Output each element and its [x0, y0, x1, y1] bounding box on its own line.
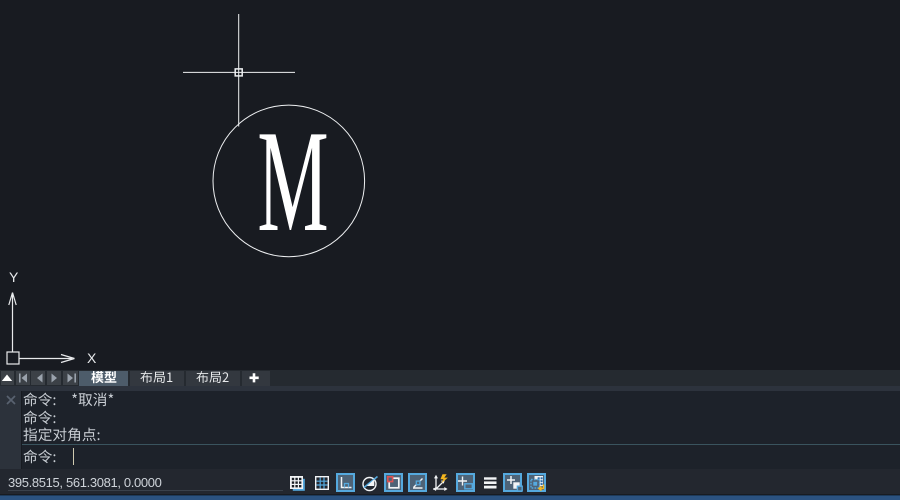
svg-text:X: X [87, 350, 97, 366]
svg-text:Y: Y [9, 269, 19, 285]
svg-text:M: M [257, 101, 328, 262]
